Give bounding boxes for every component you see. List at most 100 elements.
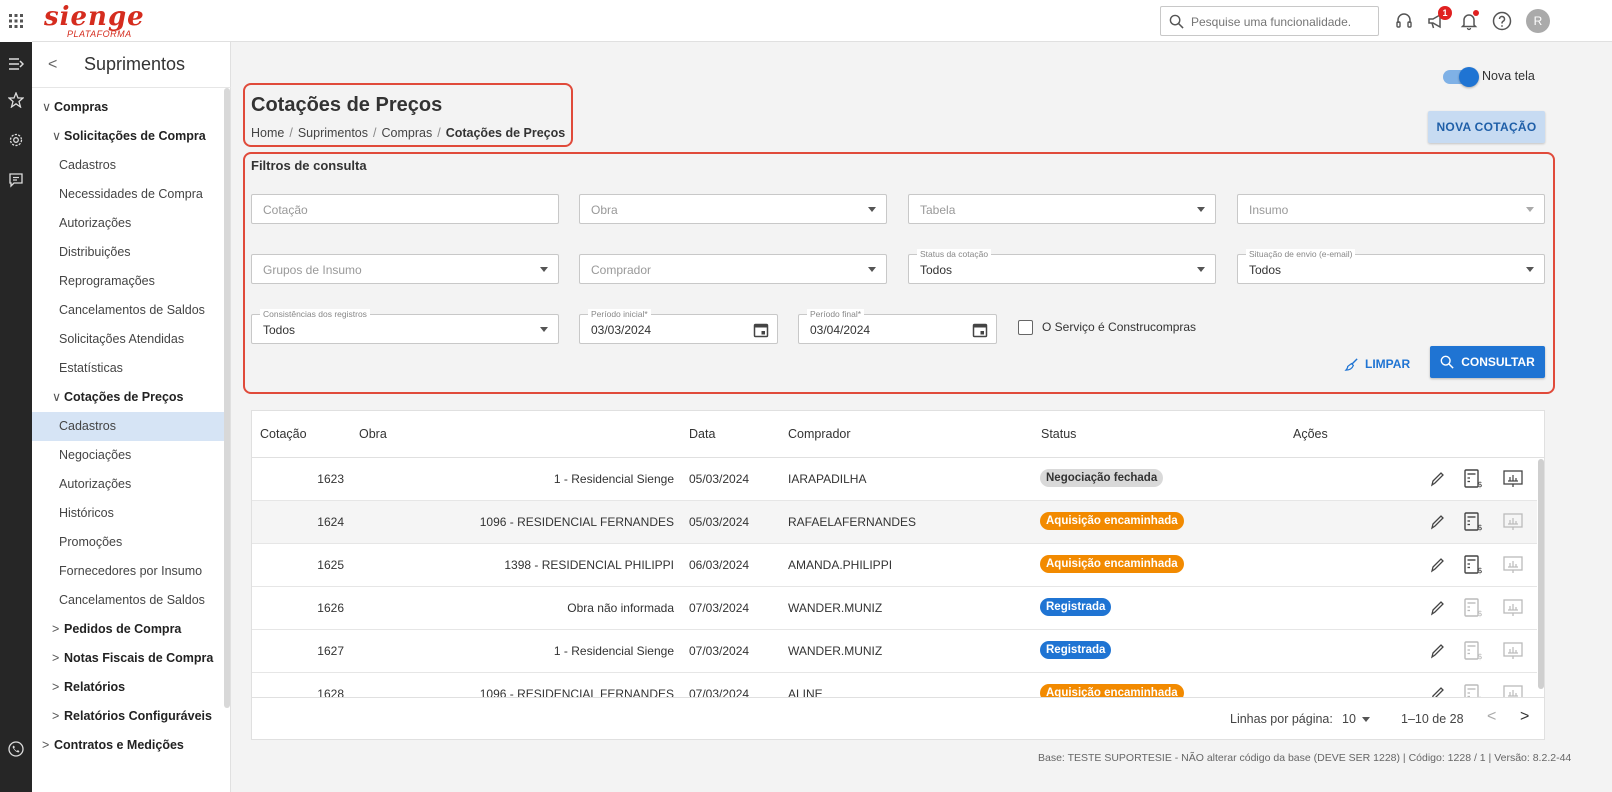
gear-icon[interactable]	[7, 131, 25, 149]
header-cotacao[interactable]: Cotação	[260, 427, 307, 441]
analysis-board-icon[interactable]	[1502, 554, 1524, 576]
prev-page-icon[interactable]: <	[1487, 708, 1496, 726]
limpar-button[interactable]: LIMPAR	[1344, 354, 1416, 374]
grupos-insumo-select[interactable]: Grupos de Insumo	[251, 254, 559, 284]
edit-pencil-icon[interactable]	[1426, 511, 1448, 533]
sidebar-item[interactable]: Autorizações	[32, 470, 224, 499]
sidebar: < Suprimentos ∨ Compras ∨ Solicitações de C…	[32, 42, 231, 792]
construcompras-checkbox[interactable]	[1018, 320, 1033, 335]
sidebar-item[interactable]: > Relatórios	[32, 673, 224, 702]
nova-tela-toggle[interactable]	[1443, 67, 1479, 87]
sidebar-item[interactable]: Reprogramações	[32, 267, 224, 296]
sidebar-item[interactable]: > Pedidos de Compra	[32, 615, 224, 644]
sidebar-item[interactable]: Cadastros	[32, 151, 224, 180]
headset-icon[interactable]	[1393, 10, 1415, 32]
header-data[interactable]: Data	[689, 427, 715, 441]
edit-pencil-icon[interactable]	[1426, 640, 1448, 662]
analysis-board-icon[interactable]	[1502, 597, 1524, 619]
cotacao-field[interactable]: Cotação	[251, 194, 559, 224]
sidebar-item[interactable]: Distribuições	[32, 238, 224, 267]
obra-select[interactable]: Obra	[579, 194, 887, 224]
price-calculator-icon[interactable]: $	[1462, 597, 1484, 619]
cell-comprador: RAFAELAFERNANDES	[788, 515, 917, 529]
calendar-icon[interactable]	[753, 322, 769, 338]
price-calculator-icon[interactable]: $	[1462, 640, 1484, 662]
sidebar-item[interactable]: Promoções	[32, 528, 224, 557]
sidebar-item[interactable]: > Notas Fiscais de Compra	[32, 644, 224, 673]
sidebar-item-label: Históricos	[59, 506, 114, 520]
sidebar-item[interactable]: Autorizações	[32, 209, 224, 238]
help-icon[interactable]	[1491, 10, 1513, 32]
periodo-final-field[interactable]: Período final* 03/04/2024	[798, 309, 997, 344]
consistencias-select[interactable]: Consistências dos registros Todos	[251, 309, 559, 344]
insumo-select[interactable]: Insumo	[1237, 194, 1545, 224]
cell-obra: 1 - Residencial Sienge	[553, 472, 674, 486]
sienge-logo[interactable]: sienge	[44, 4, 145, 30]
table-row[interactable]: 1624 1096 - RESIDENCIAL FERNANDES 05/03/20…	[252, 501, 1537, 544]
edit-pencil-icon[interactable]	[1426, 468, 1448, 490]
cell-obra: 1096 - RESIDENCIAL FERNANDES	[479, 515, 674, 529]
periodo-inicial-field[interactable]: Período inicial* 03/03/2024	[579, 309, 778, 344]
price-calculator-icon[interactable]: $	[1462, 511, 1484, 533]
sidebar-item[interactable]: Solicitações Atendidas	[32, 325, 224, 354]
apps-grid-icon[interactable]	[7, 12, 25, 30]
tabela-select[interactable]: Tabela	[908, 194, 1216, 224]
status-label: Status da cotação	[917, 249, 992, 259]
price-calculator-icon[interactable]: $	[1462, 554, 1484, 576]
situacao-envio-select[interactable]: Situação de envio (e-email) Todos	[1237, 249, 1545, 284]
sidebar-item[interactable]: ∨ Cotações de Preços	[32, 383, 224, 412]
sidebar-item[interactable]: ∨ Solicitações de Compra	[32, 122, 224, 151]
edit-pencil-icon[interactable]	[1426, 554, 1448, 576]
analysis-board-icon[interactable]	[1502, 640, 1524, 662]
header-status[interactable]: Status	[1041, 427, 1076, 441]
sidebar-item[interactable]: ∨ Compras	[32, 93, 224, 122]
sidebar-item[interactable]: Necessidades de Compra	[32, 180, 224, 209]
status-badge: Negociação fechada	[1040, 469, 1164, 487]
menu-toggle-icon[interactable]	[7, 55, 25, 73]
sidebar-item[interactable]: Negociações	[32, 441, 224, 470]
table-row[interactable]: 1623 1 - Residencial Sienge 05/03/2024 IARA…	[252, 458, 1537, 501]
price-calculator-icon[interactable]: $	[1462, 468, 1484, 490]
sidebar-item[interactable]: > Relatórios Configuráveis	[32, 702, 224, 731]
sidebar-item[interactable]: Cancelamentos de Saldos	[32, 586, 224, 615]
sidebar-item-label: Estatísticas	[59, 361, 123, 375]
cotacao-placeholder: Cotação	[263, 203, 308, 217]
table-row[interactable]: 1626 Obra não informada 07/03/2024 WANDER.M…	[252, 587, 1537, 630]
analysis-board-icon[interactable]	[1502, 511, 1524, 533]
sidebar-item[interactable]: Fornecedores por Insumo	[32, 557, 224, 586]
feature-search[interactable]	[1160, 6, 1379, 36]
star-icon[interactable]	[7, 91, 25, 109]
table-header: Cotação Obra Data Comprador Status Ações	[252, 411, 1544, 458]
chevron-down-icon	[1526, 207, 1534, 212]
chat-icon[interactable]	[7, 171, 25, 189]
sidebar-item[interactable]: Estatísticas	[32, 354, 224, 383]
analysis-board-icon[interactable]	[1502, 468, 1524, 490]
sidebar-scrollbar[interactable]	[224, 88, 230, 708]
next-page-icon[interactable]: >	[1520, 708, 1529, 726]
cell-comprador: WANDER.MUNIZ	[788, 644, 883, 658]
sidebar-item[interactable]: Cancelamentos de Saldos	[32, 296, 224, 325]
periodo-final-value: 03/04/2024	[810, 323, 871, 337]
sidebar-item[interactable]: Cadastros	[32, 412, 224, 441]
comprador-select[interactable]: Comprador	[579, 254, 887, 284]
calendar-icon[interactable]	[972, 322, 988, 338]
sidebar-item[interactable]: > Contratos e Medições	[32, 731, 224, 760]
rows-per-page-select[interactable]: 10	[1342, 712, 1370, 726]
status-cotacao-select[interactable]: Status da cotação Todos	[908, 249, 1216, 284]
back-chevron-icon[interactable]: <	[48, 56, 57, 74]
header-obra[interactable]: Obra	[359, 427, 387, 441]
sidebar-item[interactable]: Históricos	[32, 499, 224, 528]
edit-pencil-icon[interactable]	[1426, 597, 1448, 619]
user-avatar[interactable]: R	[1526, 9, 1550, 33]
header-comprador[interactable]: Comprador	[788, 427, 851, 441]
table-row[interactable]: 1625 1398 - RESIDENCIAL PHILIPPI 06/03/202…	[252, 544, 1537, 587]
table-scrollbar[interactable]	[1538, 459, 1544, 689]
nova-cotacao-button[interactable]: NOVA COTAÇÃO	[1428, 111, 1545, 143]
phone-icon[interactable]	[7, 740, 25, 758]
cell-cotacao: 1626	[317, 601, 344, 615]
table-row[interactable]: 1627 1 - Residencial Sienge 07/03/2024 WAND…	[252, 630, 1537, 673]
consultar-button[interactable]: CONSULTAR	[1430, 346, 1545, 378]
svg-text:$: $	[1478, 523, 1483, 532]
consultar-label: CONSULTAR	[1461, 355, 1535, 369]
search-input[interactable]	[1191, 13, 1371, 31]
